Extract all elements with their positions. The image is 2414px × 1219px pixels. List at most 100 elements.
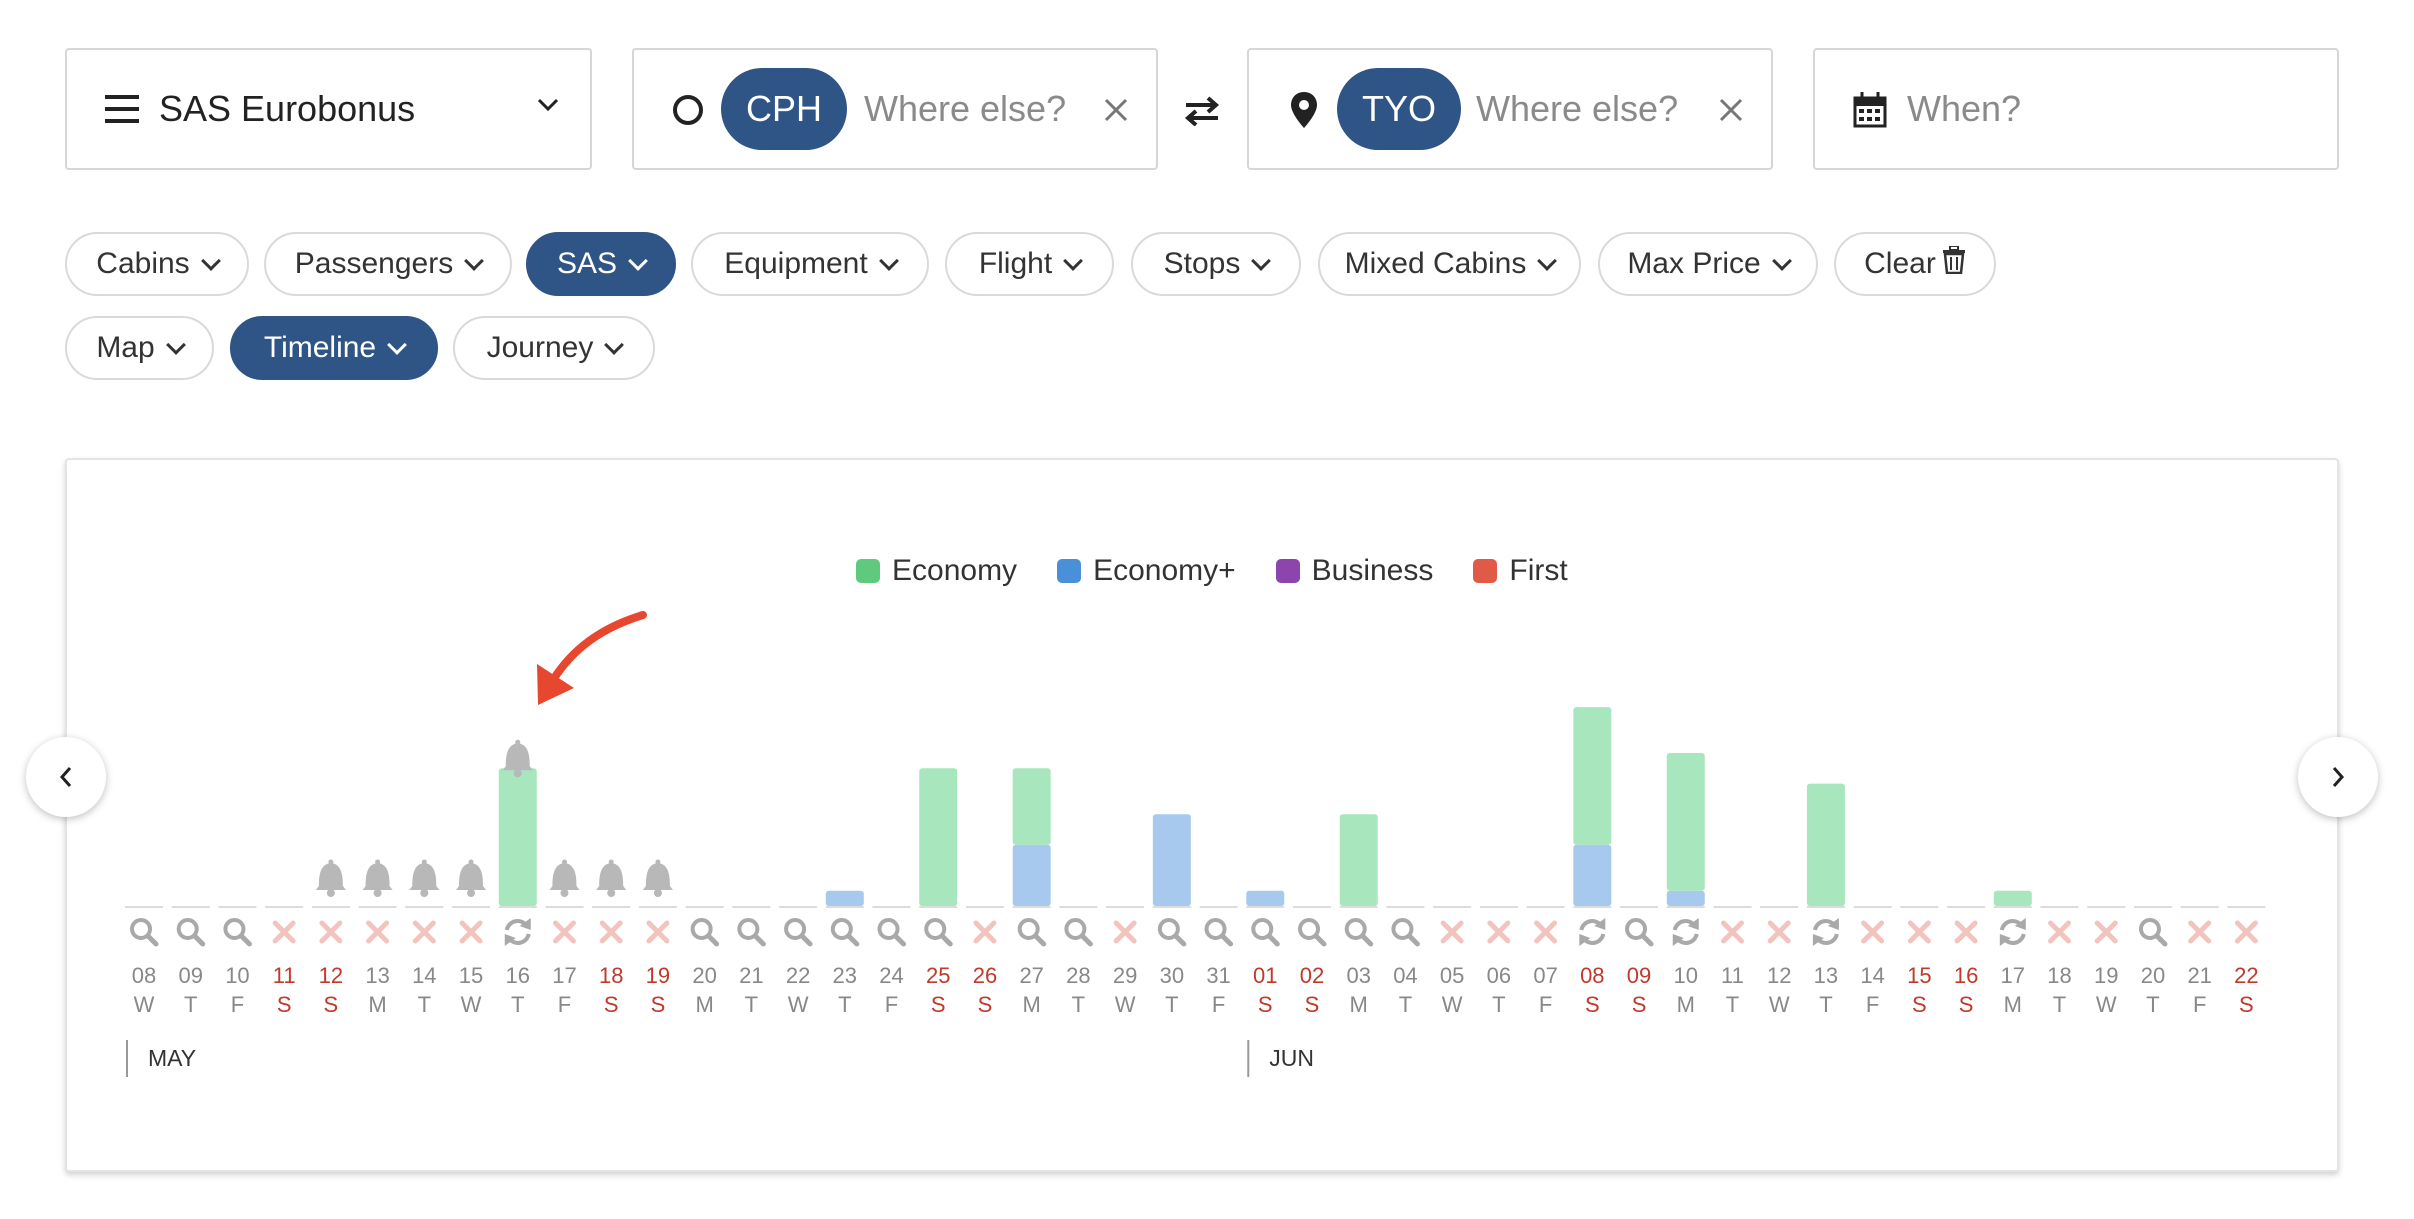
economy-plus-bar — [825, 890, 864, 906]
bell-icon — [362, 859, 393, 897]
weekday-label: S — [1959, 992, 1974, 1017]
economy-bar — [498, 768, 537, 906]
day-column: 23 T — [825, 890, 864, 1017]
day-number-label: 06 — [1487, 963, 1511, 988]
day-column: 09 T — [171, 906, 210, 1017]
search-handle — [1033, 933, 1047, 947]
search-handle — [1220, 933, 1234, 947]
day-column: 24 F — [872, 906, 911, 1017]
bell-clapper — [513, 769, 522, 778]
day-column: 15 W — [452, 859, 491, 1017]
economy-bar — [1012, 768, 1051, 845]
search-icon — [1157, 918, 1187, 947]
unavailable-icon — [599, 920, 623, 944]
day-column: 14 T — [405, 859, 444, 1017]
day-number-label: 10 — [225, 963, 249, 988]
search-icon — [176, 918, 206, 947]
day-number-label: 13 — [365, 963, 389, 988]
annotation-arrow-icon — [537, 611, 647, 705]
weekday-label: T — [184, 992, 197, 1017]
day-column: 03 M — [1339, 814, 1378, 1017]
day-number-label: 16 — [1954, 963, 1978, 988]
day-number-label: 26 — [973, 963, 997, 988]
weekday-label: W — [1442, 992, 1463, 1017]
weekday-label: S — [1258, 992, 1273, 1017]
economy-bar — [1339, 814, 1378, 906]
bell-clapper — [420, 889, 429, 897]
day-column: 12 S — [311, 859, 350, 1017]
day-number-label: 15 — [1907, 963, 1931, 988]
search-handle — [1079, 933, 1093, 947]
weekday-label: F — [1539, 992, 1552, 1017]
bell-icon — [596, 859, 627, 897]
day-column: 14 F — [1853, 906, 1892, 1017]
unavailable-icon — [2094, 920, 2118, 944]
bell-icon — [549, 859, 580, 897]
bell-clapper — [373, 889, 382, 897]
day-number-label: 11 — [1721, 963, 1744, 988]
weekday-label: M — [1023, 992, 1041, 1017]
search-icon — [1204, 918, 1234, 947]
weekday-label: T — [2053, 992, 2066, 1017]
unavailable-icon — [646, 920, 670, 944]
search-handle — [752, 933, 766, 947]
unavailable-icon — [1487, 920, 1511, 944]
search-icon — [924, 918, 953, 947]
bell-top — [328, 859, 334, 865]
search-handle — [1640, 933, 1654, 947]
unavailable-icon — [1113, 920, 1137, 944]
search-icon — [737, 918, 766, 947]
day-number-label: 03 — [1346, 963, 1370, 988]
day-number-label: 07 — [1533, 963, 1557, 988]
chevron-left-icon — [59, 767, 72, 787]
search-handle — [706, 933, 720, 947]
day-number-label: 01 — [1253, 963, 1277, 988]
day-number-label: 02 — [1300, 963, 1324, 988]
prev-button[interactable] — [26, 737, 106, 817]
search-handle — [1173, 933, 1187, 947]
bell-top — [421, 859, 427, 865]
day-column: 17 M — [1993, 890, 2032, 1017]
unavailable-icon — [2234, 920, 2258, 944]
day-column: 21 T — [732, 906, 771, 1017]
weekday-label: T — [1492, 992, 1505, 1017]
weekday-label: T — [1726, 992, 1739, 1017]
unavailable-icon — [1720, 920, 1744, 944]
weekday-label: M — [368, 992, 386, 1017]
month-label: MAY — [148, 1045, 196, 1071]
bell-top — [375, 859, 381, 865]
refresh-icon — [1579, 918, 1606, 946]
day-column: 19 W — [2087, 906, 2126, 1017]
day-column: 16 T — [498, 611, 647, 1017]
month-marker: MAY — [126, 1040, 196, 1077]
unavailable-icon — [459, 920, 483, 944]
bell-body — [642, 863, 673, 890]
day-number-label: 20 — [692, 963, 716, 988]
day-number-label: 09 — [178, 963, 202, 988]
economy-plus-bar — [1573, 844, 1612, 906]
day-number-label: 29 — [1113, 963, 1137, 988]
unavailable-icon — [552, 920, 576, 944]
bell-icon — [642, 859, 673, 897]
next-button[interactable] — [2298, 737, 2378, 817]
bell-icon — [456, 859, 487, 897]
bell-clapper — [326, 889, 335, 897]
day-column: 18 S — [592, 859, 631, 1017]
bell-top — [608, 859, 614, 865]
weekday-label: S — [1912, 992, 1927, 1017]
weekday-label: T — [745, 992, 758, 1017]
day-column: 31 F — [1199, 906, 1238, 1017]
bell-top — [561, 859, 567, 865]
weekday-label: W — [1115, 992, 1136, 1017]
search-handle — [846, 933, 860, 947]
day-number-label: 19 — [646, 963, 670, 988]
search-icon — [1625, 918, 1654, 947]
search-icon — [2138, 918, 2168, 947]
day-number-label: 23 — [833, 963, 857, 988]
weekday-label: F — [1866, 992, 1879, 1017]
search-icon — [1344, 918, 1374, 947]
day-column: 10 F — [218, 906, 257, 1017]
search-handle — [145, 933, 159, 947]
day-column: 05 W — [1433, 906, 1472, 1017]
bell-icon — [315, 859, 346, 897]
